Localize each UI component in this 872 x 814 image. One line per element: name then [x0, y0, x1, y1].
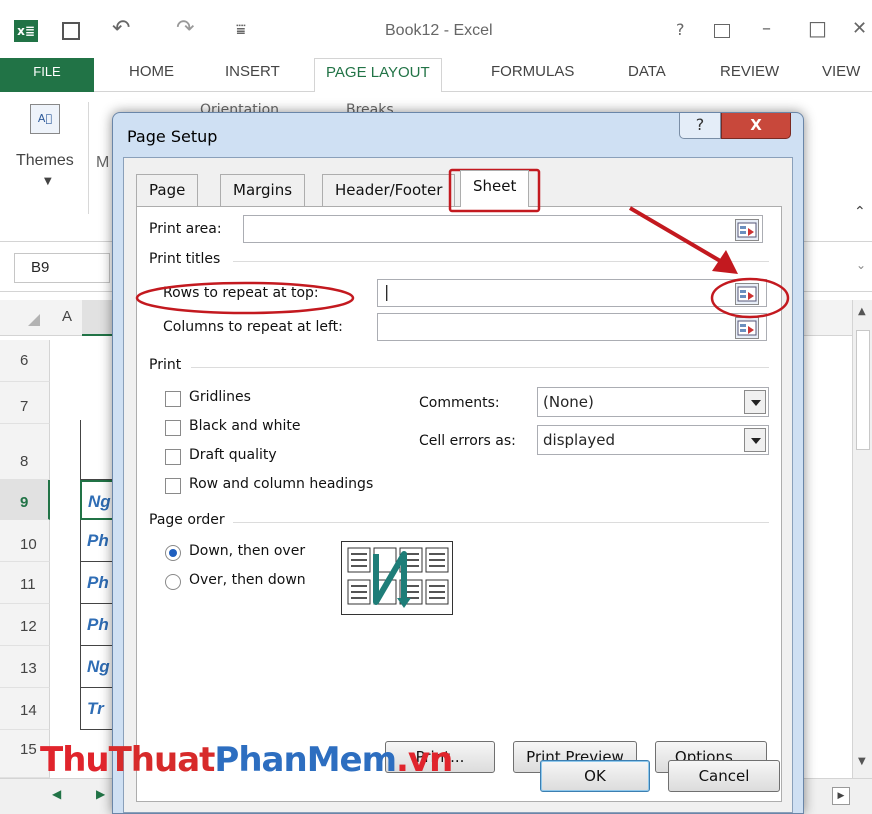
annotation-arrow-head	[712, 250, 738, 274]
watermark-logo: ThuThuatPhanMem.vn	[40, 740, 453, 780]
rows-label-ellipse	[135, 281, 355, 315]
dialog-tab-sheet[interactable]: Sheet	[460, 170, 530, 207]
annotation-arrow-shaft	[628, 206, 724, 264]
collapse-button-ellipse	[710, 277, 790, 319]
tutorial-annotations	[135, 168, 790, 319]
